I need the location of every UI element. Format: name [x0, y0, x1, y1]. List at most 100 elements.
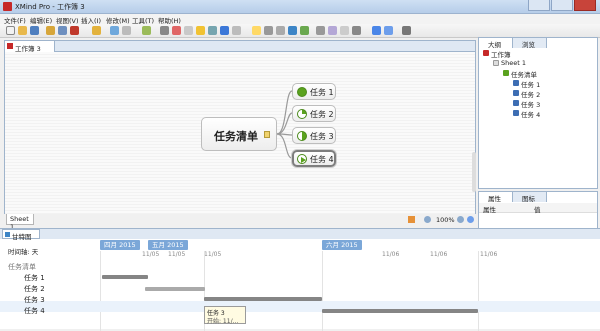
attachment-icon[interactable] — [232, 26, 241, 35]
sheet-tab-row: Sheet 1 100% — [4, 214, 476, 231]
month-label: 六月 2015 — [322, 240, 362, 250]
tab-outline[interactable]: 大纲 — [479, 38, 513, 49]
tick-label: 11/05 — [204, 251, 222, 258]
subtopic-task-2[interactable]: 任务 2 — [292, 105, 336, 122]
clock-icon[interactable] — [340, 26, 349, 35]
tab-gantt[interactable]: 甘特图 — [2, 229, 40, 241]
subtopic-label: 任务 2 — [310, 110, 334, 119]
label-icon[interactable] — [264, 26, 273, 35]
tab-browse-label: 浏览 — [522, 41, 535, 49]
gantt-panel: 甘特图 时间轴: 天 四月 2015 五月 2015 六月 2015 11/05… — [0, 228, 600, 331]
note-icon[interactable] — [196, 26, 205, 35]
time-axis-label: 时间轴: 天 — [8, 248, 39, 256]
zoom-fit-icon[interactable] — [467, 216, 474, 223]
tick-label: 11/05 — [168, 251, 186, 258]
sheet-icon — [493, 60, 499, 66]
gantt-task-4[interactable]: 任务 4 — [24, 306, 45, 316]
menu-bar: 文件(F) 编辑(E) 视图(V) 插入(I) 修改(M) 工具(T) 帮助(H… — [0, 14, 600, 25]
vertical-scrollbar[interactable] — [472, 152, 476, 192]
save-icon[interactable] — [30, 26, 39, 35]
lock-icon[interactable] — [352, 26, 361, 35]
maximize-button[interactable] — [551, 0, 573, 11]
redo-icon[interactable] — [58, 26, 67, 35]
editor-tab-row: 工作簿 3 — [5, 41, 475, 53]
new-icon[interactable] — [6, 26, 15, 35]
gantt-group[interactable]: 任务清单 — [8, 262, 36, 272]
gantt-task-1[interactable]: 任务 1 — [24, 273, 45, 283]
topic-icon — [513, 100, 519, 106]
xmind-app-icon — [3, 2, 12, 11]
tab-outline-label: 大纲 — [488, 41, 501, 49]
gantt-bar-task-4[interactable] — [322, 309, 478, 313]
sync-icon[interactable] — [288, 26, 297, 35]
tab-browse[interactable]: 浏览 — [513, 38, 547, 49]
zoom-in-icon[interactable] — [457, 216, 464, 223]
tree-item-task-4[interactable]: 任务 4 — [521, 109, 540, 119]
zoom-out-icon[interactable] — [424, 216, 431, 223]
chart-icon[interactable] — [300, 26, 309, 35]
summary-icon[interactable] — [208, 26, 217, 35]
month-bar: 四月 2015 五月 2015 六月 2015 11/05 11/05 11/0… — [100, 240, 600, 258]
tree-item-task-3[interactable]: 任务 3 — [521, 99, 540, 109]
selected-row-highlight — [0, 301, 600, 312]
sheet-tab-1[interactable]: Sheet 1 — [6, 214, 34, 231]
topic-icon[interactable] — [92, 26, 101, 35]
subtopic-label: 任务 4 — [310, 155, 334, 164]
mind-map-canvas[interactable]: 任务清单 任务 1 任务 2 任务 3 任务 4 — [5, 52, 476, 223]
table-icon[interactable] — [276, 26, 285, 35]
relationship-icon[interactable] — [160, 26, 169, 35]
hyperlink-icon[interactable] — [220, 26, 229, 35]
subtopic-label: 任务 1 — [310, 88, 334, 97]
tooltip-line: 开始: 11/... — [207, 318, 239, 325]
flag-icon[interactable] — [142, 26, 151, 35]
boundary-icon[interactable] — [122, 26, 131, 35]
topic-icon — [513, 90, 519, 96]
tab-properties-label: 属性 — [488, 195, 501, 203]
gantt-bar-task-2[interactable] — [145, 287, 205, 291]
grid-icon[interactable] — [316, 26, 325, 35]
gantt-bar-task-1[interactable] — [102, 275, 148, 279]
gantt-bar-task-3[interactable] — [204, 297, 322, 301]
marker-icon[interactable] — [172, 26, 181, 35]
tree-item-sheet[interactable]: Sheet 1 — [501, 59, 526, 67]
gantt-task-3[interactable]: 任务 3 — [24, 295, 45, 305]
upload-icon[interactable] — [384, 26, 393, 35]
tree-item-workbook[interactable]: 工作簿 — [491, 49, 511, 59]
tab-icons-label: 图标 — [522, 195, 535, 203]
tab-properties[interactable]: 属性 — [479, 192, 513, 203]
gantt-tab-row: 甘特图 — [0, 229, 600, 241]
share-icon[interactable] — [372, 26, 381, 35]
central-topic[interactable]: 任务清单 — [201, 117, 277, 151]
presentation-icon[interactable] — [328, 26, 337, 35]
minimize-button[interactable] — [528, 0, 550, 11]
undo-icon[interactable] — [46, 26, 55, 35]
tab-icons[interactable]: 图标 — [513, 192, 547, 203]
task-tooltip: 任务 3 开始: 11/... — [204, 306, 246, 325]
subtopic-task-1[interactable]: 任务 1 — [292, 83, 336, 100]
subtopic-task-3[interactable]: 任务 3 — [292, 127, 336, 144]
tab-workbook[interactable]: 工作簿 3 — [5, 41, 55, 53]
subtopic-task-4[interactable]: 任务 4 — [292, 150, 336, 167]
gear-icon[interactable] — [402, 26, 411, 35]
tree-item-task-1[interactable]: 任务 1 — [521, 79, 540, 89]
topic-icon — [513, 110, 519, 116]
bulb-icon[interactable] — [252, 26, 261, 35]
note-icon[interactable] — [264, 131, 270, 138]
window-title: XMind Pro - 工作簿 3 — [15, 3, 85, 11]
zoom-level: 100% — [436, 216, 455, 224]
map-editor: 工作簿 3 任务清单 任务 1 任务 2 任务 3 任务 4 — [4, 40, 476, 223]
connector-4 — [276, 133, 293, 159]
outline-panel: 大纲 浏览 工作簿 Sheet 1 任务清单 任务 1 任务 2 任务 3 任务… — [478, 37, 598, 189]
tree-item-task-2[interactable]: 任务 2 — [521, 89, 540, 99]
filter-icon[interactable] — [408, 216, 415, 223]
image-icon[interactable] — [184, 26, 193, 35]
open-icon[interactable] — [18, 26, 27, 35]
tab-gantt-label: 甘特图 — [12, 233, 32, 241]
col-value: 值 — [534, 206, 541, 214]
cut-icon[interactable] — [70, 26, 79, 35]
gantt-task-2[interactable]: 任务 2 — [24, 284, 45, 294]
tick-label: 11/06 — [382, 251, 400, 258]
close-button[interactable] — [574, 0, 596, 11]
subtopic-icon[interactable] — [110, 26, 119, 35]
tree-item-central[interactable]: 任务清单 — [511, 69, 537, 79]
